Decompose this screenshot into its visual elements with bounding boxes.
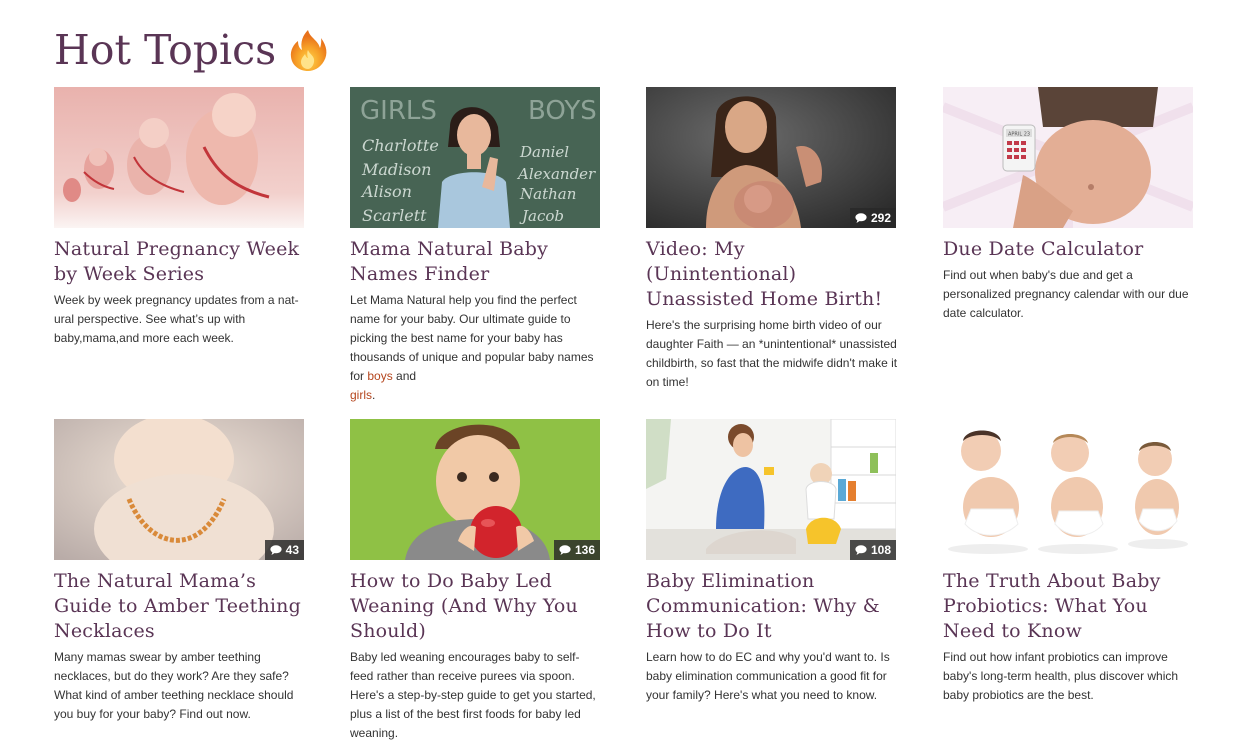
chalk-girl-name: Charlotte	[362, 136, 439, 155]
topic-card: The Truth About Baby Probiotics: What Yo…	[943, 419, 1195, 705]
calendar-label: APRIL 23	[1008, 132, 1030, 138]
comment-count-badge[interactable]: 292	[849, 208, 896, 228]
chalk-girl-name: Alison	[360, 182, 412, 201]
card-description: Learn how to do EC and why you'd want to…	[646, 650, 890, 702]
comment-count: 136	[574, 543, 595, 557]
section-heading: Hot Topics	[54, 26, 328, 74]
card-title[interactable]: The Natural Mama’s Guide to Amber Teethi…	[54, 569, 306, 644]
fetal-development-image[interactable]	[54, 87, 304, 228]
comment-count: 108	[870, 543, 891, 557]
chalk-girl-name: Madison	[361, 160, 431, 179]
chalk-girls-header: GIRLS	[360, 96, 437, 126]
comment-icon	[270, 545, 282, 555]
card-title[interactable]: Natural Pregnancy Week by Week Series	[54, 237, 306, 287]
boys-link[interactable]: boys	[367, 369, 392, 383]
hot-topics-page: Hot Topics Natural Pregnancy Week by Wee…	[0, 0, 1237, 752]
chalk-boy-name: Daniel	[519, 143, 569, 161]
topic-card: Natural Pregnancy Week by Week Series We…	[54, 87, 306, 348]
card-description: Let Mama Natural help you find the perfe…	[350, 293, 594, 402]
card-title[interactable]: Mama Natural Baby Names Finder	[350, 237, 602, 287]
card-title[interactable]: Due Date Calculator	[943, 237, 1195, 262]
card-description: Here's the surprising home birth video o…	[646, 318, 898, 389]
mother-baby-potty-image[interactable]: 108	[646, 419, 896, 560]
card-description: Week by week pregnancy updates from a na…	[54, 293, 299, 345]
card-description: Baby led weaning encourages baby to self…	[350, 650, 596, 740]
comment-count-badge[interactable]: 108	[849, 540, 896, 560]
topic-card: GIRLS BOYS Charlotte Madison Alison Scar…	[350, 87, 602, 405]
chalk-boys-header: BOYS	[528, 96, 597, 126]
mother-newborn-image[interactable]: 292	[646, 87, 896, 228]
topic-card: 292 Video: My (Unintentional) Unassisted…	[646, 87, 898, 392]
comment-count-badge[interactable]: 136	[553, 540, 600, 560]
card-description: Many mamas swear by amber teething neckl…	[54, 650, 294, 721]
topic-card: 108 Baby Elimination Communication: Why …	[646, 419, 898, 705]
comment-count: 292	[870, 211, 891, 225]
fire-icon	[291, 30, 327, 71]
comment-count-badge[interactable]: 43	[264, 540, 304, 560]
chalk-boy-name: Jacob	[519, 207, 564, 225]
chalk-boy-name: Alexander	[516, 165, 596, 183]
card-title[interactable]: The Truth About Baby Probiotics: What Yo…	[943, 569, 1195, 644]
card-title[interactable]: Video: My (Unintentional) Unassisted Hom…	[646, 237, 898, 312]
section-title: Hot Topics	[54, 26, 277, 74]
chalkboard-names-image[interactable]: GIRLS BOYS Charlotte Madison Alison Scar…	[350, 87, 600, 228]
baby-amber-necklace-image[interactable]: 43	[54, 419, 304, 560]
card-title[interactable]: How to Do Baby Led Weaning (And Why You …	[350, 569, 602, 644]
girls-link[interactable]: girls	[350, 388, 372, 402]
comment-icon	[559, 545, 571, 555]
crawling-babies-image[interactable]	[943, 419, 1193, 560]
comment-count: 43	[285, 543, 299, 557]
topic-card: 136 How to Do Baby Led Weaning (And Why …	[350, 419, 602, 743]
comment-icon	[855, 213, 867, 223]
card-description: Find out how infant probiotics can impro…	[943, 650, 1179, 702]
topic-card: 43 The Natural Mama’s Guide to Amber Tee…	[54, 419, 306, 724]
comment-icon	[855, 545, 867, 555]
card-title[interactable]: Baby Elimination Communication: Why & Ho…	[646, 569, 898, 644]
card-description: Find out when baby's due and get a perso…	[943, 268, 1189, 320]
pregnant-belly-calendar-image[interactable]: APRIL 23	[943, 87, 1193, 228]
toddler-apple-image[interactable]: 136	[350, 419, 600, 560]
chalk-girl-name: Scarlett	[362, 206, 427, 225]
topic-card: APRIL 23 Due Date Calculator Find out wh…	[943, 87, 1195, 323]
chalk-boy-name: Nathan	[519, 185, 576, 203]
